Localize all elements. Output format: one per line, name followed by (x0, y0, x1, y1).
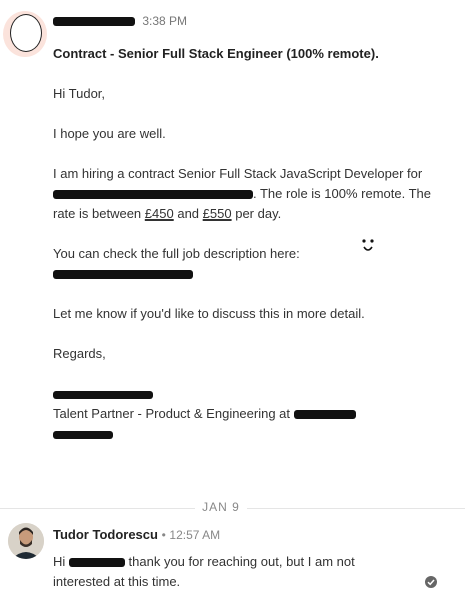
reply-time: 12:57 AM (169, 528, 221, 542)
well-wishes: I hope you are well. (53, 126, 166, 141)
reply-header: Tudor Todorescu • 12:57 AM (53, 527, 220, 542)
smiley-doodle (362, 239, 374, 251)
regards: Regards, (53, 346, 106, 361)
discuss-paragraph: Let me know if you'd like to discuss thi… (53, 306, 365, 321)
message-subject: Contract - Senior Full Stack Engineer (1… (53, 46, 379, 61)
rate-low: £450 (144, 206, 174, 221)
redacted-signature-name (53, 390, 153, 399)
link-paragraph: You can check the full job description h… (53, 244, 448, 284)
redacted-company-name (293, 410, 356, 420)
date-divider-top (0, 0, 465, 6)
sender-name[interactable]: Tudor Todorescu (53, 527, 158, 542)
redacted-company-name-2 (53, 430, 113, 439)
tudor-avatar[interactable] (8, 523, 44, 559)
signature: Talent Partner - Product & Engineering a… (53, 384, 448, 444)
redacted-job-link[interactable] (53, 270, 193, 280)
separator-dot: • (161, 528, 166, 542)
redacted-recipient-name (68, 558, 125, 568)
date-divider-label: JAN 9 (195, 500, 247, 514)
sender-avatar[interactable] (3, 11, 47, 57)
redacted-company (53, 190, 253, 200)
message-header: 3:38 PM (53, 14, 187, 28)
redacted-sender-name (53, 17, 135, 27)
greeting: Hi Tudor, (53, 86, 106, 101)
read-receipt-check-icon (425, 576, 437, 588)
message-time: 3:38 PM (142, 14, 188, 28)
rate-high: £550 (202, 206, 232, 221)
person-avatar-icon (8, 523, 44, 559)
reply-body: Hi thank you for reaching out, but I am … (53, 554, 355, 589)
message-body: Contract - Senior Full Stack Engineer (1… (53, 44, 448, 444)
job-paragraph: I am hiring a contract Senior Full Stack… (53, 166, 432, 221)
